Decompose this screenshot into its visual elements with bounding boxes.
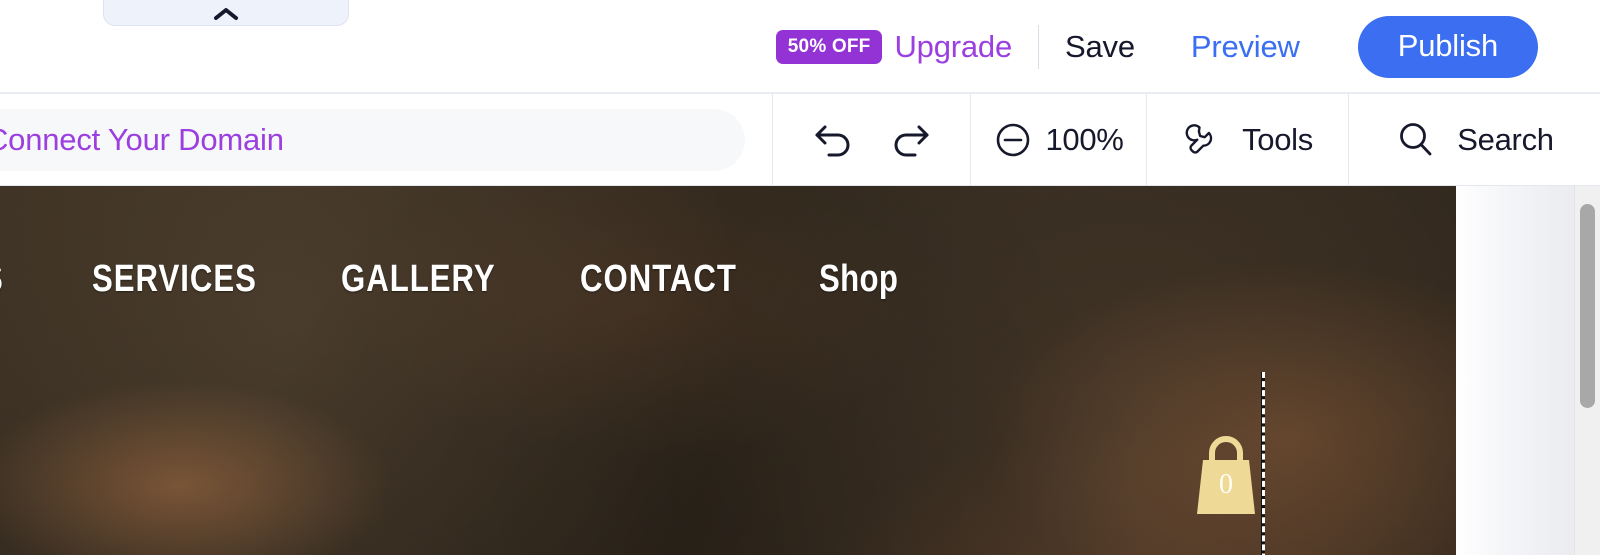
history-cell [773, 94, 971, 186]
chevron-up-icon [213, 6, 239, 22]
upgrade-group[interactable]: 50% OFF Upgrade [775, 29, 1012, 65]
redo-button[interactable] [887, 117, 933, 164]
redo-arrow-icon [887, 117, 933, 164]
top-bar-actions: 50% OFF Upgrade Save Preview Publish [775, 0, 1600, 94]
shopping-bag-icon [1189, 434, 1263, 516]
minus-circle-icon[interactable] [993, 120, 1033, 160]
search-button[interactable]: Search [1349, 94, 1600, 186]
website-builder-editor: 50% OFF Upgrade Save Preview Publish Con… [0, 0, 1600, 555]
zoom-level-label: 100% [1045, 122, 1124, 157]
site-canvas[interactable]: S SERVICES GALLERY CONTACT Shop 0 [0, 186, 1600, 555]
zoom-cell[interactable]: 100% [971, 94, 1147, 186]
domain-cell [0, 94, 773, 186]
nav-item-gallery[interactable]: GALLERY [341, 258, 496, 301]
vertical-guide [1262, 372, 1265, 555]
nav-item-contact[interactable]: CONTACT [580, 258, 737, 301]
connect-domain-input[interactable] [0, 109, 745, 171]
undo-button[interactable] [811, 117, 857, 164]
wrench-icon [1182, 119, 1224, 161]
save-button[interactable]: Save [1065, 29, 1135, 65]
toolbar-divider [1038, 25, 1039, 69]
vertical-scrollbar[interactable] [1574, 186, 1600, 555]
editor-top-bar: 50% OFF Upgrade Save Preview Publish [0, 0, 1600, 94]
site-navigation: S SERVICES GALLERY CONTACT Shop [0, 186, 1456, 372]
undo-arrow-icon [811, 117, 857, 164]
nav-item-shop[interactable]: Shop [819, 258, 898, 301]
scrollbar-thumb[interactable] [1580, 204, 1595, 408]
preview-button[interactable]: Preview [1191, 29, 1300, 65]
cart-button[interactable]: 0 [1189, 434, 1263, 516]
site-preview[interactable]: S SERVICES GALLERY CONTACT Shop 0 [0, 186, 1456, 555]
publish-button[interactable]: Publish [1357, 16, 1538, 78]
nav-links: S SERVICES GALLERY CONTACT Shop [0, 258, 916, 301]
panel-collapse-toggle[interactable] [103, 0, 349, 26]
nav-item-0[interactable]: S [0, 258, 18, 301]
promo-badge: 50% OFF [775, 30, 883, 64]
editor-toolbar: 100% Tools Search [0, 94, 1600, 186]
tools-button[interactable]: Tools [1147, 94, 1349, 186]
search-label: Search [1457, 122, 1554, 157]
search-icon [1395, 119, 1437, 161]
nav-item-services[interactable]: SERVICES [92, 258, 257, 301]
tools-label: Tools [1242, 122, 1313, 157]
upgrade-link[interactable]: Upgrade [894, 29, 1012, 65]
